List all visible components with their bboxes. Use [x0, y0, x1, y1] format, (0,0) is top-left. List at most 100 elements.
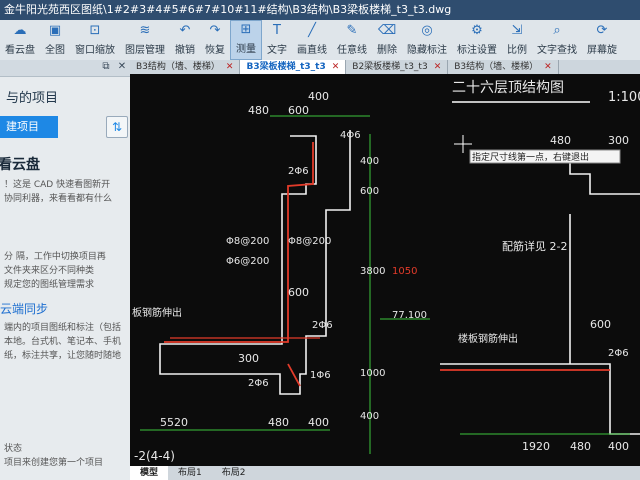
dim-600-mid: 600 — [288, 286, 309, 299]
tab-b3-slab-stairs[interactable]: B3梁板楼梯_t3_t3 ✕ — [240, 60, 347, 74]
dim-600-right: 600 — [590, 318, 611, 331]
sidebar-section-title: 与的项目 — [6, 91, 59, 106]
rebar-label-2phi6-mid: 2Φ6 — [312, 320, 333, 331]
toolbar-freeline-button[interactable]: ✎ 任意线 — [332, 20, 372, 60]
toolbar-layers-button[interactable]: ≋ 图层管理 — [120, 20, 170, 60]
rebar-label-2phi6-top: 2Φ6 — [288, 166, 309, 177]
dim-400-right: 400 — [608, 440, 629, 453]
cloud-icon: ☁ — [13, 23, 27, 38]
level-77100: 77.100 — [392, 310, 427, 321]
redo-icon: ↷ — [209, 23, 221, 38]
measure-tooltip: 指定尺寸线第一点，右键退出 — [472, 151, 589, 163]
text-icon: T — [273, 23, 281, 38]
note-slab-rebar-right: 楼板钢筋伸出 — [458, 332, 518, 345]
rebar-label-phi6: Φ6@200 — [226, 256, 269, 267]
close-icon[interactable]: ✕ — [226, 60, 234, 74]
close-icon[interactable]: ✕ — [116, 61, 128, 73]
dim-400-side: 400 — [360, 156, 379, 167]
sidebar-header: ⧉ ✕ — [0, 60, 130, 77]
zoom-window-icon: ⊡ — [89, 23, 101, 38]
dim-1920: 1920 — [522, 440, 550, 453]
line-icon: ╱ — [308, 23, 316, 38]
section-note-bottom: -2(4-4) — [134, 449, 175, 463]
dim-480-bottom: 480 — [268, 416, 289, 429]
tab-b3-structure-2[interactable]: B3结构（墙、楼梯） ✕ — [448, 60, 559, 74]
tab-layout-1[interactable]: 布局1 — [168, 466, 212, 480]
dim-480-right-top: 480 — [550, 134, 571, 147]
cloud-panel-title: 看云盘 — [0, 157, 40, 173]
toolbar-zoom-window-button[interactable]: ⊡ 窗口缩放 — [70, 20, 120, 60]
right-slab-outline — [440, 363, 640, 435]
document-tabs: B3结构（墙、楼梯） ✕ B3梁板楼梯_t3_t3 ✕ B2梁板楼梯_t3_t3 ✕ … — [130, 60, 640, 74]
toolbar-hide-annotations-button[interactable]: ◎ 隐藏标注 — [402, 20, 452, 60]
toolbar-redo-button[interactable]: ↷ 恢复 — [200, 20, 230, 60]
window-title: 金牛阳光苑西区图纸\1#2#3#4#5#6#7#10#11#结构\B3结构\B3… — [4, 3, 452, 16]
close-icon[interactable]: ✕ — [434, 60, 442, 74]
rebar-label-2phi6-right: 2Φ6 — [608, 348, 629, 359]
dim-600: 600 — [288, 104, 309, 117]
sync-description: 端内的项目图纸和标注（包括 本地。台式机、笔记本、手机 纸，标注共享，让您随时随… — [4, 323, 122, 361]
toolbar-line-button[interactable]: ╱ 画直线 — [292, 20, 332, 60]
tab-b2-slab-stairs[interactable]: B2梁板楼梯_t3_t3 ✕ — [346, 60, 449, 74]
dim-1050: 1050 — [392, 266, 417, 277]
drawing-heading: 二十六层顶结构图 — [452, 80, 564, 96]
dim-480-right: 480 — [570, 440, 591, 453]
tab-layout-2[interactable]: 布局2 — [212, 466, 256, 480]
rebar-label-phi8-right: Φ8@200 — [288, 236, 331, 247]
toolbar-find-text-button[interactable]: ⌕ 文字查找 — [532, 20, 582, 60]
dim-300-right: 300 — [608, 134, 629, 147]
toolbar-measure-button[interactable]: ⊞ 测量 — [230, 20, 262, 60]
tab-b3-structure[interactable]: B3结构（墙、楼梯） ✕ — [130, 60, 241, 74]
tip-description: 分 隔，工作中切换项目再 文件夹来区分不同种类 规定您的图纸管理需求 — [4, 252, 106, 290]
rebar-label-4phi6: 4Φ6 — [340, 130, 361, 141]
toolbar-rotate-button[interactable]: ⟳ 屏幕旋 — [582, 20, 622, 60]
main-toolbar: ☁ 看云盘 ▣ 全图 ⊡ 窗口缩放 ≋ 图层管理 ↶ 撤销 ↷ 恢复 ⊞ 测量 T 文字 ╱ 画直… — [0, 20, 640, 61]
popout-icon[interactable]: ⧉ — [100, 61, 112, 73]
scale-icon: ⇲ — [511, 23, 523, 38]
fit-icon: ▣ — [48, 23, 62, 38]
layers-icon: ≋ — [139, 23, 151, 38]
close-icon[interactable]: ✕ — [544, 60, 552, 74]
drawing-canvas[interactable]: 二十六层顶结构图 1:100 480 600 400 400 600 3800 … — [130, 74, 640, 466]
sidebar-status: 状态 项目来创建您第一个项目 — [4, 444, 104, 468]
dim-600-side: 600 — [360, 186, 379, 197]
toolbar-undo-button[interactable]: ↶ 撤销 — [170, 20, 200, 60]
settings-icon: ⚙ — [471, 23, 483, 38]
toolbar-delete-button[interactable]: ⌫ 删除 — [372, 20, 402, 60]
dim-400-top: 400 — [308, 90, 329, 103]
rebar-label-1phi6: 1Φ6 — [310, 370, 331, 381]
find-text-icon: ⌕ — [553, 23, 561, 38]
undo-icon: ↶ — [179, 23, 191, 38]
rebar-label-2phi6-low: 2Φ6 — [248, 378, 269, 389]
rebar-label-phi8-left: Φ8@200 — [226, 236, 269, 247]
cloud-description: ！这是 CAD 快速看图新开 协同利器，来看看都有什么 — [4, 180, 113, 204]
dim-1000: 1000 — [360, 368, 385, 379]
note-slab-rebar-left: 板钢筋伸出 — [132, 306, 182, 319]
tab-model[interactable]: 模型 — [130, 466, 169, 480]
new-project-button[interactable]: 建项目 — [0, 116, 58, 138]
section-reference: 配筋详见 2-2 — [502, 239, 567, 253]
cloud-sync-link[interactable]: 云端同步 — [0, 292, 130, 317]
pen-icon: ✎ — [346, 23, 358, 38]
dim-300: 300 — [238, 352, 259, 365]
toolbar-fit-button[interactable]: ▣ 全图 — [40, 20, 70, 60]
toolbar-cloud-button[interactable]: ☁ 看云盘 — [0, 20, 40, 60]
project-sidebar: ⧉ ✕ 与的项目 建项目 ⇅ 看云盘 ！这是 CAD 快速看图新开 协同利器，来… — [0, 60, 131, 480]
dim-400-bottom: 400 — [308, 416, 329, 429]
hide-icon: ◎ — [421, 23, 433, 38]
toolbar-scale-button[interactable]: ⇲ 比例 — [502, 20, 532, 60]
dim-480: 480 — [248, 104, 269, 117]
drawing-scale: 1:100 — [608, 90, 640, 105]
toolbar-text-button[interactable]: T 文字 — [262, 20, 292, 60]
refresh-icon[interactable]: ⇅ — [106, 116, 128, 138]
close-icon[interactable]: ✕ — [332, 60, 340, 74]
measure-icon: ⊞ — [240, 22, 252, 37]
eraser-icon: ⌫ — [377, 23, 397, 38]
rotate-icon: ⟳ — [596, 23, 608, 38]
toolbar-annotation-settings-button[interactable]: ⚙ 标注设置 — [452, 20, 502, 60]
dim-5520: 5520 — [160, 416, 188, 429]
cad-drawing: 二十六层顶结构图 1:100 480 600 400 400 600 3800 … — [132, 80, 640, 463]
left-rebar-hook — [287, 363, 301, 387]
dim-3800: 3800 — [360, 266, 385, 277]
window-title-bar: 金牛阳光苑西区图纸\1#2#3#4#5#6#7#10#11#结构\B3结构\B3… — [0, 0, 640, 20]
